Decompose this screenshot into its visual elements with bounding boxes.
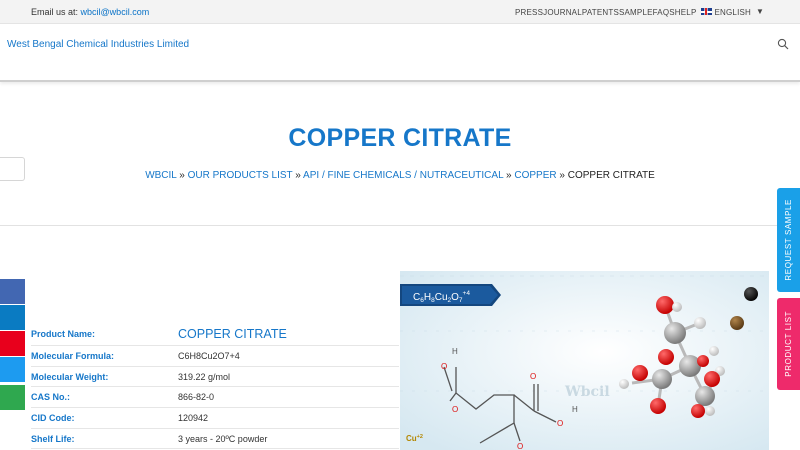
top-link-faqs[interactable]: FAQS [653,8,675,17]
request-sample-tab[interactable]: REQUEST SAMPLE [777,188,800,292]
linkedin-share-button[interactable] [0,305,25,330]
product-list-tab[interactable]: PRODUCT LIST [777,298,800,390]
email-label: Email us at: [31,7,79,17]
top-link-press[interactable]: PRESS [515,8,543,17]
table-row: Product Name: COPPER CITRATE [31,322,399,346]
product-name-value: COPPER CITRATE [178,326,287,341]
svg-text:O: O [530,372,536,381]
svg-text:O: O [517,442,523,450]
page-title: COPPER CITRATE [288,124,512,152]
product-details-table: Product Name: COPPER CITRATE Molecular F… [31,322,399,450]
row-label: Molecular Weight: [31,371,109,382]
table-row: CAS No.: 866-82-0 [31,387,399,409]
table-row: Molecular Weight: 319.22 g/mol [31,367,399,388]
molecule-illustration: C6H8Cu2O7+4 Wbcil H O O O O H O Cu+2 [400,271,769,450]
top-bar: Email us at: wbcil@wbcil.com PRESS JOURN… [0,0,800,24]
top-link-sample[interactable]: SAMPLE [619,8,653,17]
svg-text:H: H [452,347,458,356]
breadcrumb-home[interactable]: WBCIL [145,170,176,181]
breadcrumb-current: COPPER CITRATE [567,170,655,181]
row-value: 319.22 g/mol [178,371,231,382]
top-link-journal[interactable]: JOURNAL [543,8,582,17]
row-label: Shelf Life: [31,433,75,444]
brand-logo-text[interactable]: West Bengal Chemical Industries Limited [7,39,189,50]
breadcrumb-separator: » [559,170,568,181]
row-label: CID Code: [31,412,75,423]
watermark-logo: Wbcil [564,384,610,400]
search-icon[interactable] [777,38,789,50]
breadcrumb-separator: » [295,170,304,181]
site-header: West Bengal Chemical Industries Limited [0,24,800,82]
twitter-share-button[interactable] [0,357,25,382]
contact-email: Email us at: wbcil@wbcil.com [31,7,149,17]
page-title-banner: COPPER CITRATE WBCIL » OUR PRODUCTS LIST… [0,84,800,226]
breadcrumb-products[interactable]: OUR PRODUCTS LIST [188,170,293,181]
breadcrumb-copper[interactable]: COPPER [514,170,556,181]
top-nav: PRESS JOURNAL PATENTS SAMPLE FAQS HELP E… [515,8,751,17]
email-link[interactable]: wbcil@wbcil.com [81,7,150,17]
product-structure-image: C6H8Cu2O7+4 Wbcil H O O O O H O Cu+2 [400,271,769,450]
top-link-patents[interactable]: PATENTS [582,8,619,17]
whatsapp-share-button[interactable] [0,385,25,410]
breadcrumb-separator: » [179,170,188,181]
breadcrumb: WBCIL » OUR PRODUCTS LIST » API / FINE C… [0,170,800,181]
row-value: 866-82-0 [178,392,215,403]
table-row: Shelf Life: 3 years - 20ºC powder [31,429,399,450]
left-edge-tab[interactable] [0,157,25,181]
svg-text:O: O [452,405,458,414]
facebook-share-button[interactable] [0,279,25,304]
svg-text:O: O [441,362,447,371]
table-row: Molecular Formula: C6H8Cu2O7+4 [31,346,399,367]
formula-banner: C6H8Cu2O7+4 [400,284,501,306]
top-link-help[interactable]: HELP [675,8,697,17]
row-label: Product Name: [31,328,96,339]
row-value: 3 years - 20ºC powder [178,433,268,444]
pinterest-share-button[interactable] [0,331,25,356]
formula-text: C [413,292,420,303]
breadcrumb-category[interactable]: API / FINE CHEMICALS / NUTRACEUTICAL [303,170,503,181]
svg-text:O: O [557,419,563,428]
product-list-label: PRODUCT LIST [784,311,793,377]
row-label: CAS No.: [31,392,70,403]
table-row: CID Code: 120942 [31,408,399,429]
row-value: 120942 [178,412,209,423]
language-selector[interactable]: ENGLISH [715,8,752,17]
chevron-down-icon[interactable]: ▼ [756,7,764,16]
row-label: Molecular Formula: [31,350,115,361]
request-sample-label: REQUEST SAMPLE [784,199,793,281]
row-value: C6H8Cu2O7+4 [178,350,240,361]
svg-text:H: H [572,405,578,414]
uk-flag-icon [700,8,712,15]
